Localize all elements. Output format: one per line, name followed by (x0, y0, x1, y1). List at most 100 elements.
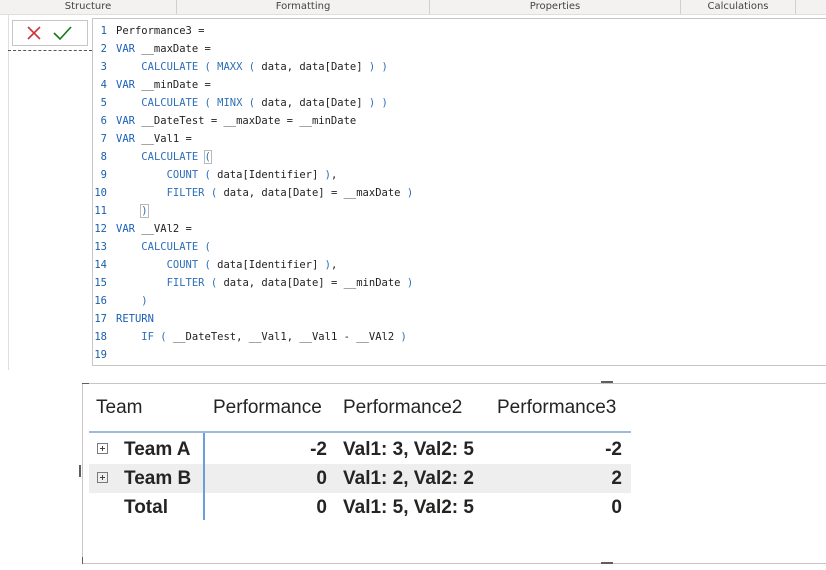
code-text: __minDate = (134, 79, 211, 91)
cell-total-performance3: 0 (611, 497, 622, 518)
code-line[interactable]: 1 Performance3 = (93, 22, 413, 40)
cancel-button[interactable] (23, 23, 45, 43)
line-number: 19 (94, 349, 107, 361)
expand-icon[interactable] (97, 472, 108, 483)
code-keyword: VAR (116, 43, 135, 55)
ribbon-section-structure[interactable]: Structure (0, 0, 177, 14)
row-header-divider (203, 433, 205, 520)
code-line[interactable]: 19 (93, 346, 413, 364)
code-function: ) (140, 204, 149, 218)
code-line[interactable]: 8 CALCULATE ( (93, 148, 413, 166)
code-lines: 1 Performance3 = 2 VAR __maxDate = 3 CALCULA… (93, 22, 413, 364)
code-text: data, data[Date] = __minDate (217, 277, 407, 289)
line-number: 17 (94, 313, 107, 325)
line-number: 11 (94, 205, 107, 217)
code-function: CALCULATE ( (141, 241, 211, 253)
code-keyword: VAR (116, 133, 135, 145)
table-row[interactable]: Team B 0 Val1: 2, Val2: 2 2 (89, 464, 631, 493)
ribbon-section-properties[interactable]: Properties (430, 0, 681, 14)
code-function: COUNT ( (166, 259, 211, 271)
code-text: data[Identifier] (210, 259, 325, 271)
code-text: __maxDate = (134, 43, 211, 55)
code-function: ) ) (368, 61, 388, 73)
table-row[interactable]: Team A -2 Val1: 3, Val2: 5 -2 (89, 435, 631, 464)
line-number: 10 (94, 187, 107, 199)
formula-bar-divider (8, 50, 92, 51)
code-line[interactable]: 10 FILTER ( data, data[Date] = __maxDate… (93, 184, 413, 202)
code-line[interactable]: 13 CALCULATE ( (93, 238, 413, 256)
code-text: , (330, 169, 338, 181)
resize-handle-bottom-left[interactable] (82, 557, 83, 564)
line-number: 1 (100, 25, 107, 37)
code-keyword: RETURN (116, 313, 154, 325)
code-line[interactable]: 15 FILTER ( data, data[Date] = __minDate… (93, 274, 413, 292)
table-total-row[interactable]: Total 0 Val1: 5, Val2: 5 0 (89, 493, 631, 522)
column-header-performance[interactable]: Performance (213, 397, 322, 419)
code-function: CALCULATE (141, 151, 205, 163)
ribbon-section-formatting[interactable]: Formatting (177, 0, 430, 14)
code-line[interactable]: 2 VAR __maxDate = (93, 40, 413, 58)
code-line[interactable]: 17 RETURN (93, 310, 413, 328)
code-keyword: VAR (116, 223, 135, 235)
cell-total-label: Total (124, 497, 168, 518)
code-function: CALCULATE ( MINX ( (141, 97, 256, 109)
code-function: ) (400, 331, 407, 343)
line-number: 14 (94, 259, 107, 271)
code-text: data, data[Date] (255, 61, 369, 73)
resize-handle-top[interactable] (601, 381, 613, 383)
code-function: ) ) (368, 97, 388, 109)
line-number: 3 (100, 61, 107, 73)
line-number: 15 (94, 277, 107, 289)
code-line[interactable]: 6 VAR __DateTest = __maxDate = __minDate (93, 112, 413, 130)
resize-handle-top-left[interactable] (82, 383, 89, 384)
code-line[interactable]: 3 CALCULATE ( MAXX ( data, data[Date] ) … (93, 58, 413, 76)
checkmark-icon (53, 26, 72, 41)
code-function: ) (406, 277, 414, 289)
code-line[interactable]: 7 VAR __Val1 = (93, 130, 413, 148)
code-line[interactable]: 18 IF ( __DateTest, __Val1, __Val1 - __V… (93, 328, 413, 346)
expand-icon[interactable] (97, 443, 108, 454)
code-line[interactable]: 16 ) (93, 292, 413, 310)
code-keyword: VAR (116, 79, 135, 91)
line-number: 18 (94, 331, 107, 343)
line-number: 6 (100, 115, 107, 127)
cell-performance2: Val1: 3, Val2: 5 (343, 439, 474, 460)
code-line[interactable]: 11 ) (93, 202, 413, 220)
code-line[interactable]: 5 CALCULATE ( MINX ( data, data[Date] ) … (93, 94, 413, 112)
line-number: 9 (100, 169, 107, 181)
commit-button[interactable] (51, 23, 73, 43)
formula-bar-actions (12, 20, 88, 46)
column-header-team[interactable]: Team (96, 397, 142, 419)
dax-formula-editor[interactable]: 1 Performance3 = 2 VAR __maxDate = 3 CALCULA… (92, 18, 826, 366)
code-text: __DateTest = __maxDate = __minDate (134, 115, 357, 127)
code-text: data, data[Date] = __maxDate (217, 187, 407, 199)
code-function: ) (141, 295, 148, 307)
code-text: , (330, 259, 338, 271)
cell-performance: -2 (310, 439, 327, 460)
code-function: IF ( (141, 331, 167, 343)
code-line[interactable]: 14 COUNT ( data[Identifier] ), (93, 256, 413, 274)
cell-total-performance: 0 (316, 497, 327, 518)
column-header-performance3[interactable]: Performance3 (497, 397, 616, 419)
code-line[interactable]: 4 VAR __minDate = (93, 76, 413, 94)
resize-handle-left[interactable] (79, 465, 81, 477)
code-line[interactable]: 9 COUNT ( data[Identifier] ), (93, 166, 413, 184)
code-line[interactable]: 12 VAR __VAl2 = (93, 220, 413, 238)
code-function: CALCULATE ( MAXX ( (141, 61, 256, 73)
code-text: data[Identifier] (210, 169, 325, 181)
cell-team: Team B (124, 468, 192, 489)
cell-performance2: Val1: 2, Val2: 2 (343, 468, 474, 489)
cell-team: Team A (124, 439, 191, 460)
column-header-performance2[interactable]: Performance2 (343, 397, 462, 419)
resize-handle-bottom[interactable] (601, 562, 613, 564)
line-number: 4 (100, 79, 107, 91)
code-text: Performance3 = (116, 25, 205, 37)
cell-performance3: 2 (611, 468, 622, 489)
ribbon-section-calculations[interactable]: Calculations (681, 0, 796, 14)
code-text: __VAl2 = (134, 223, 192, 235)
left-gutter (8, 15, 9, 370)
